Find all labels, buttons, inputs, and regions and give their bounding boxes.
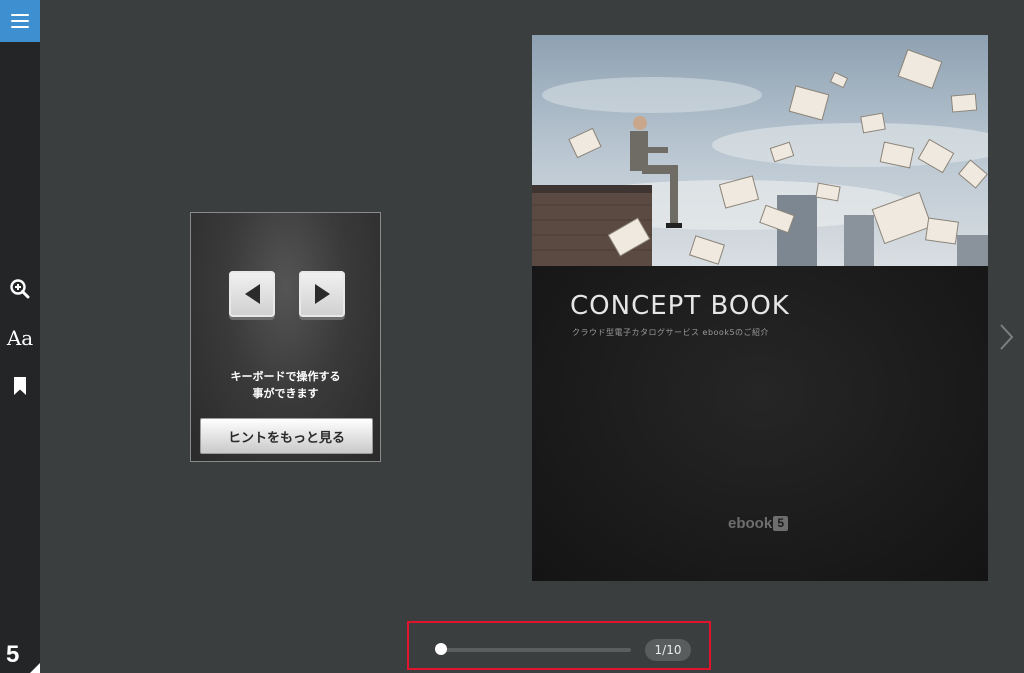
sidebar: Aa 5	[0, 0, 40, 673]
ebook5-logo: ebook 5	[728, 515, 789, 532]
corner-toggle-icon[interactable]	[30, 663, 40, 673]
brand-logo: 5	[6, 641, 20, 668]
logo-badge: 5	[773, 516, 789, 531]
book-subtitle: クラウド型電子カタログサービス ebook5のご紹介	[572, 328, 770, 337]
cover-dark-area: CONCEPT BOOK クラウド型電子カタログサービス ebook5のご紹介 …	[532, 266, 988, 581]
bookmark-button[interactable]	[0, 372, 40, 400]
ebook-viewer: Aa 5 キーボードで操作する 事ができます ヒントをもっと見る CONCEPT…	[0, 0, 1024, 673]
hint-line-2: 事ができます	[252, 387, 319, 400]
keyboard-hint-panel: キーボードで操作する 事ができます ヒントをもっと見る	[190, 212, 381, 462]
page-navigator: 1/10	[407, 621, 711, 670]
next-page-chevron-icon[interactable]	[998, 322, 1016, 352]
left-arrow-key-icon	[229, 271, 275, 317]
zoom-in-button[interactable]	[0, 275, 40, 303]
right-arrow-key-icon	[299, 271, 345, 317]
book-page[interactable]: CONCEPT BOOK クラウド型電子カタログサービス ebook5のご紹介 …	[532, 35, 988, 581]
font-size-icon: Aa	[6, 326, 34, 350]
hint-line-1: キーボードで操作する	[230, 370, 341, 383]
page-counter: 1/10	[645, 639, 691, 661]
cover-photo	[532, 35, 988, 266]
page-slider-track[interactable]	[441, 648, 631, 652]
more-hints-button[interactable]: ヒントをもっと見る	[200, 418, 373, 454]
logo-text: ebook	[728, 515, 773, 532]
bookmark-icon	[14, 377, 26, 395]
hint-message: キーボードで操作する 事ができます	[191, 368, 380, 402]
page-slider-thumb[interactable]	[435, 643, 447, 655]
book-title: CONCEPT BOOK	[570, 291, 790, 321]
hamburger-menu-icon	[11, 14, 29, 28]
zoom-in-icon	[10, 279, 30, 299]
menu-button[interactable]	[0, 0, 40, 42]
font-size-button[interactable]: Aa	[0, 324, 40, 352]
